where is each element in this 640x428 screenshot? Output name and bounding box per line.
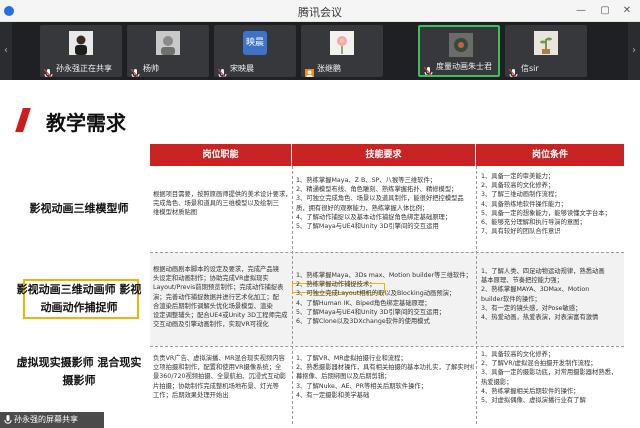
share-label: 孙永强的屏幕共享: [14, 415, 78, 424]
mic-muted-icon: [43, 64, 53, 77]
window-titlebar: 腾讯会议 — ▢ ✕: [0, 0, 640, 22]
conditions-cell: 1、具备一定的审美能力； 2、具备较高的文化修养； 3、了解三维动画制作流程； …: [481, 173, 611, 236]
conditions-cell: 1、了解人类、四足动物运动规律，熟悉动画 基本原理、节奏把控能力强； 2、熟练掌…: [481, 268, 605, 322]
participant-name: 孙永强正在共享: [56, 64, 112, 73]
mic-muted-icon: [423, 62, 433, 75]
row-divider: [150, 252, 624, 253]
avatar: [69, 31, 93, 55]
role-title: 影视动画三维模型师: [29, 202, 129, 215]
minimize-button[interactable]: —: [574, 4, 588, 18]
participant-name: 宋映晨: [230, 64, 254, 73]
role-title: 虚拟现实摄影师 混合现实摄影师: [16, 356, 142, 387]
participant-tile[interactable]: 孙永强正在共享: [40, 25, 122, 77]
slide-title: 教学需求: [46, 111, 126, 135]
mic-muted-icon: [508, 64, 518, 77]
participant-tile-active-speaker[interactable]: 度量动画朱士君: [418, 25, 500, 77]
mic-muted-icon: [217, 64, 227, 77]
participant-strip: 孙永强正在共享 杨帅 映晨 宋映晨 张继鹏 度量动画朱士君 信sir: [0, 22, 640, 80]
column-divider: [476, 166, 477, 424]
participant-tile[interactable]: 信sir: [505, 25, 587, 77]
mic-icon: [4, 415, 12, 425]
avatar: [449, 33, 473, 57]
close-button[interactable]: ✕: [620, 4, 634, 18]
skills-cell: 1、熟练掌握Maya、3Ds max、Motion builder等三维软件； …: [296, 272, 472, 326]
table-header-skills: 技能要求: [292, 144, 475, 166]
participant-name: 张继鹏: [317, 64, 341, 73]
scroll-right-arrow-icon[interactable]: ›: [628, 22, 640, 80]
duties-cell: 负责VR广告、虚拟演播、MR混合现实视频内容 立项拍摄和制作，配置和使用VR摄像…: [153, 355, 287, 399]
participant-name: 度量动画朱士君: [436, 62, 492, 71]
row-divider: [150, 346, 624, 347]
avatar: [156, 31, 180, 55]
participant-tile[interactable]: 张继鹏: [301, 25, 383, 77]
app-logo-icon: [2, 4, 16, 18]
window-title: 腾讯会议: [298, 6, 342, 19]
duties-cell: 根据动画剧本脚本的设定及要求，完成产品镜 头设定和动画制作；协助完成VR虚拟现实…: [153, 266, 288, 329]
duties-cell: 根据项目需要，按照原画师提供的美术设计要求， 完成角色、场景和道具的三维模型以及…: [153, 191, 290, 217]
participant-tile[interactable]: 映晨 宋映晨: [214, 25, 296, 77]
screen-share-indicator[interactable]: 孙永强的屏幕共享: [0, 412, 104, 428]
shared-screen-slide: 教学需求 岗位职能 技能要求 岗位条件 影视动画三维模型师 根据项目需要，按照原…: [0, 80, 640, 428]
avatar: [330, 31, 354, 55]
table-header-conditions: 岗位条件: [476, 144, 624, 166]
maximize-button[interactable]: ▢: [598, 4, 612, 18]
table-header-duties: 岗位职能: [150, 144, 291, 166]
participant-tile[interactable]: 杨帅: [127, 25, 209, 77]
person-icon: [305, 64, 314, 77]
participant-name: 信sir: [521, 64, 539, 73]
column-divider: [292, 166, 293, 424]
skills-cell: 1、了解VR、MR虚拟拍摄行业和流程； 2、熟悉摄影器材操作，具有相关拍摄的基本…: [296, 355, 474, 399]
mic-muted-icon: [130, 64, 140, 77]
conditions-cell: 1、具备较高的文化修养； 2、了解VR/虚拟混合拍摄开发制作流程； 3、具备一定…: [481, 351, 618, 405]
scroll-left-arrow-icon[interactable]: ‹: [0, 22, 12, 80]
role-title: 影视动画三维动画师 影视动画动作捕捉师: [16, 283, 142, 314]
avatar: 映晨: [243, 31, 267, 55]
avatar: [534, 31, 558, 55]
skills-cell: 1、熟练掌握Maya、Z B、SP、八猴等三维软件； 2、精通模型布线、角色雕刻…: [296, 177, 464, 231]
participant-name: 杨帅: [143, 64, 159, 73]
